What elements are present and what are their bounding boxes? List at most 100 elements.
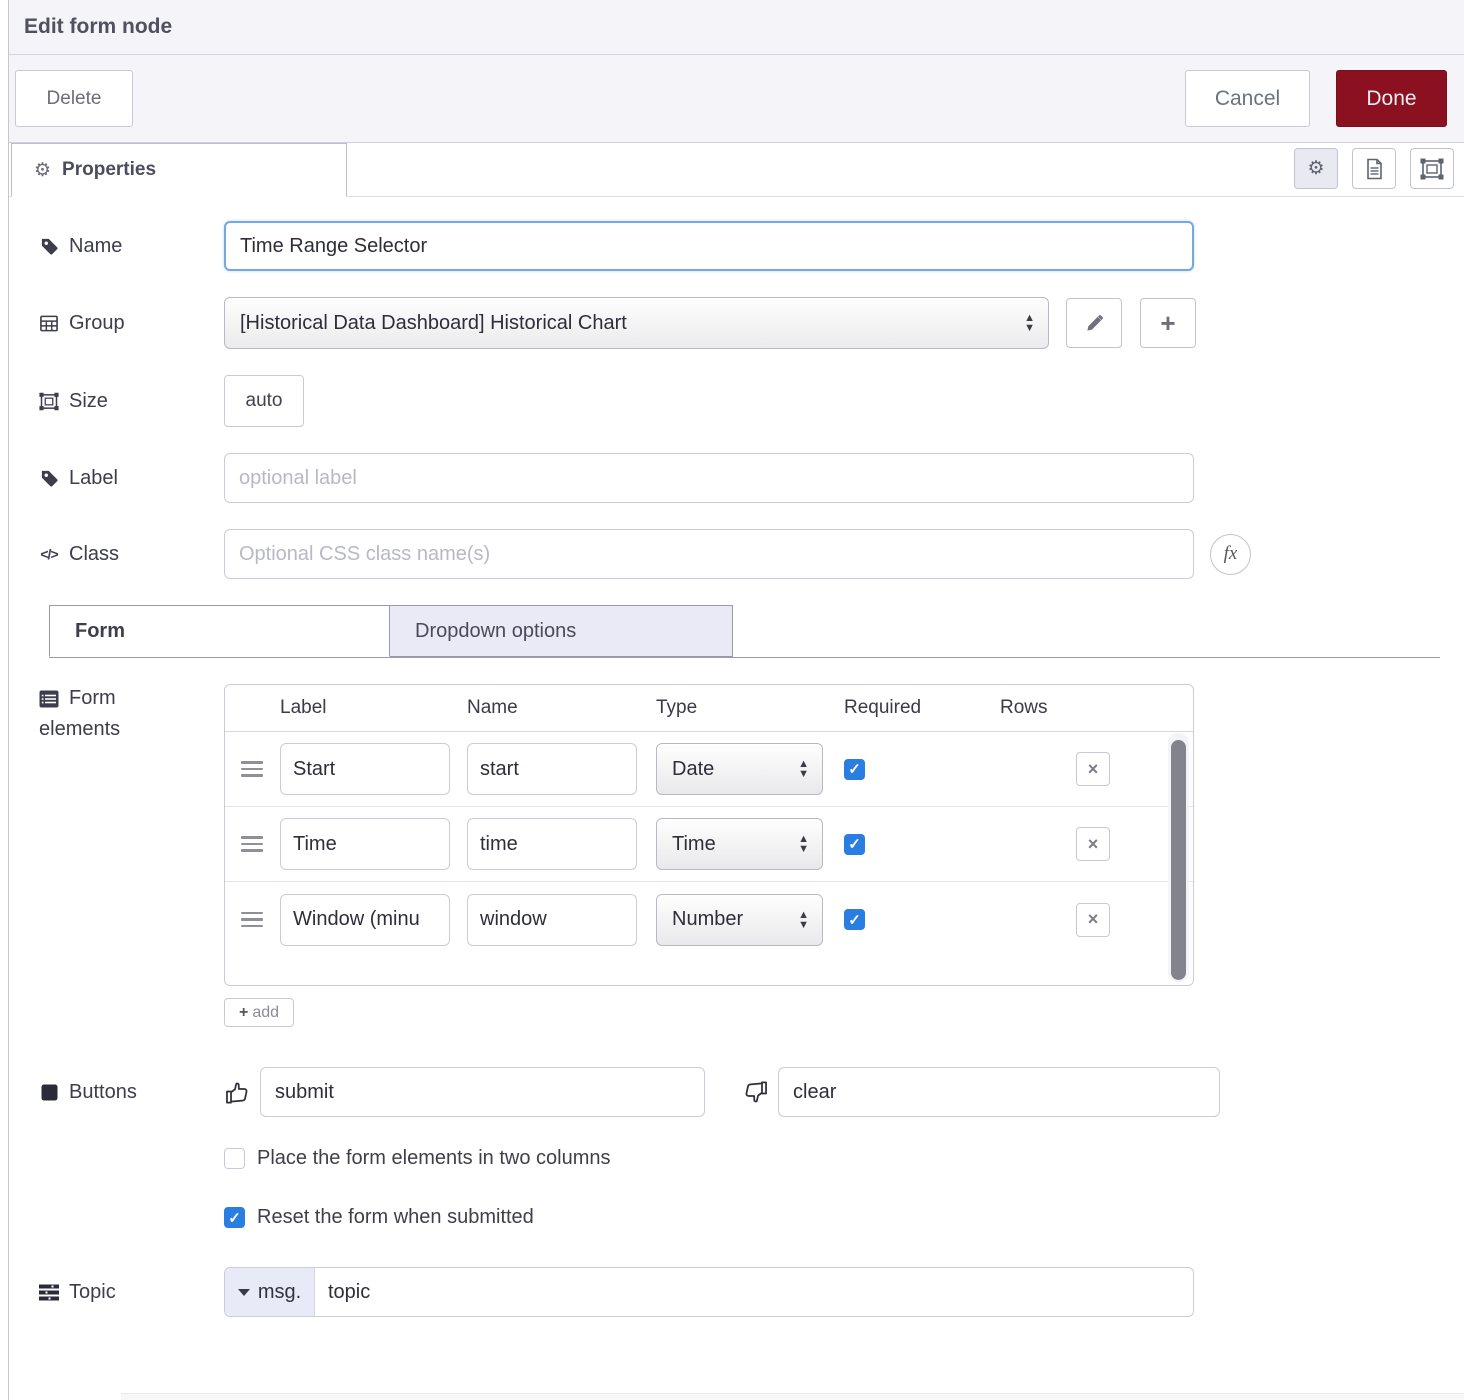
description-view-button[interactable] bbox=[1352, 148, 1396, 189]
tab-properties[interactable]: ⚙ Properties bbox=[11, 143, 347, 197]
col-header-type: Type bbox=[656, 697, 698, 718]
name-field-label: Name bbox=[39, 235, 224, 258]
form-elements-label: Form elements bbox=[39, 687, 121, 740]
select-spinner-icon: ▲ ▼ bbox=[798, 758, 809, 780]
element-type-select[interactable]: Date ▲ ▼ bbox=[656, 743, 823, 795]
form-elements-header: Label Name Type Required Rows bbox=[225, 685, 1193, 732]
tab-dropdown-options[interactable]: Dropdown options bbox=[390, 605, 733, 657]
edit-tray: Edit form node Delete Cancel Done ⚙ Prop… bbox=[8, 0, 1464, 1400]
class-input[interactable] bbox=[224, 529, 1194, 579]
tag-icon bbox=[39, 236, 59, 256]
dialog-title: Edit form node bbox=[24, 15, 173, 38]
delete-row-button[interactable]: × bbox=[1076, 902, 1110, 937]
properties-view-button[interactable]: ⚙ bbox=[1294, 148, 1338, 189]
element-label-input[interactable] bbox=[280, 818, 450, 870]
two-columns-label: Place the form elements in two columns bbox=[257, 1147, 611, 1169]
delete-row-button[interactable]: × bbox=[1076, 827, 1110, 861]
required-checkbox[interactable]: ✓ bbox=[844, 909, 865, 930]
resize-strip bbox=[121, 1393, 1464, 1400]
select-spinner-icon: ▲ ▼ bbox=[798, 833, 809, 855]
tab-form[interactable]: Form bbox=[49, 605, 390, 657]
code-icon: </> bbox=[40, 546, 58, 562]
close-icon: × bbox=[1087, 833, 1099, 854]
plus-icon: + bbox=[238, 1003, 249, 1021]
edit-group-button[interactable] bbox=[1066, 298, 1122, 348]
label-input[interactable] bbox=[224, 453, 1194, 503]
tag-icon bbox=[39, 468, 59, 488]
add-element-button[interactable]: + add bbox=[224, 998, 294, 1027]
gear-icon: ⚙ bbox=[34, 159, 52, 181]
properties-form: Name Group [Historical Data Dashboard] H… bbox=[9, 197, 1464, 1400]
thumbs-down-icon bbox=[742, 1079, 769, 1106]
thumbs-up-icon bbox=[224, 1079, 251, 1106]
drag-handle-icon[interactable] bbox=[241, 761, 263, 777]
size-button[interactable]: auto bbox=[224, 375, 304, 427]
required-checkbox[interactable]: ✓ bbox=[844, 833, 865, 855]
element-type-select[interactable]: Time ▲ ▼ bbox=[656, 818, 823, 870]
square-icon bbox=[39, 1082, 59, 1102]
close-icon: × bbox=[1087, 909, 1099, 929]
properties-tab-row: ⚙ Properties ⚙ bbox=[9, 143, 1464, 197]
element-label-input[interactable] bbox=[280, 743, 450, 795]
form-elements-list: Label Name Type Required Rows Date▲▼ ✓ × bbox=[224, 684, 1194, 986]
document-icon bbox=[1364, 158, 1384, 180]
element-name-input[interactable] bbox=[467, 743, 637, 795]
class-field-label: </> Class bbox=[40, 542, 120, 565]
object-group-icon bbox=[1420, 158, 1444, 180]
clear-button-text-input[interactable] bbox=[778, 1067, 1220, 1117]
submit-button-text-input[interactable] bbox=[260, 1067, 705, 1117]
form-element-row: Date▲▼ ✓ × bbox=[225, 732, 1193, 807]
label-field-label: Label bbox=[39, 467, 224, 490]
topic-typed-input: msg. topic bbox=[224, 1267, 1194, 1317]
scrollbar-track[interactable] bbox=[1168, 733, 1189, 982]
delete-button[interactable]: Delete bbox=[15, 70, 133, 127]
properties-tab-label: Properties bbox=[62, 159, 157, 180]
size-field-label: Size bbox=[39, 390, 224, 413]
group-field-label: Group bbox=[39, 312, 224, 335]
tasks-icon bbox=[39, 1282, 59, 1302]
buttons-field-label: Buttons bbox=[39, 1081, 224, 1104]
done-button[interactable]: Done bbox=[1336, 70, 1447, 127]
drag-handle-icon[interactable] bbox=[241, 911, 263, 928]
close-icon: × bbox=[1087, 758, 1099, 779]
form-element-row: Time▲▼ ✓ × bbox=[225, 807, 1193, 882]
gear-icon: ⚙ bbox=[1307, 158, 1325, 179]
required-checkbox[interactable]: ✓ bbox=[844, 758, 865, 780]
col-header-name: Name bbox=[467, 697, 518, 718]
col-header-required: Required bbox=[844, 697, 922, 718]
select-spinner-icon: ▲ ▼ bbox=[1024, 312, 1035, 334]
topic-type-select[interactable]: msg. bbox=[225, 1268, 315, 1316]
plus-icon: + bbox=[1160, 308, 1176, 338]
col-header-label: Label bbox=[280, 697, 327, 718]
expression-button[interactable]: fx bbox=[1210, 533, 1251, 575]
element-type-select[interactable]: Number ▲ ▼ bbox=[656, 893, 823, 946]
dialog-titlebar: Edit form node bbox=[9, 0, 1464, 55]
select-spinner-icon: ▲ ▼ bbox=[798, 908, 809, 931]
drag-handle-icon[interactable] bbox=[241, 836, 263, 852]
appearance-view-button[interactable] bbox=[1410, 148, 1454, 189]
form-element-row: Number▲▼ ✓ × bbox=[225, 882, 1193, 957]
cancel-button[interactable]: Cancel bbox=[1185, 70, 1310, 127]
col-header-rows: Rows bbox=[1000, 697, 1048, 718]
add-group-button[interactable]: + bbox=[1140, 298, 1196, 348]
dialog-toolbar: Delete Cancel Done bbox=[9, 55, 1464, 143]
scrollbar-thumb[interactable] bbox=[1171, 740, 1186, 980]
pencil-icon bbox=[1085, 314, 1104, 333]
topic-value-input[interactable]: topic bbox=[315, 1268, 1193, 1316]
two-columns-checkbox[interactable] bbox=[224, 1148, 245, 1169]
topic-type-label: msg. bbox=[257, 1280, 302, 1303]
fx-icon: fx bbox=[1223, 543, 1238, 564]
table-icon bbox=[39, 313, 59, 333]
group-select[interactable]: [Historical Data Dashboard] Historical C… bbox=[224, 297, 1049, 349]
element-name-input[interactable] bbox=[467, 893, 637, 946]
list-alt-icon bbox=[39, 689, 59, 709]
element-label-input[interactable] bbox=[280, 893, 450, 946]
name-input[interactable] bbox=[224, 221, 1194, 271]
object-group-icon bbox=[39, 391, 59, 411]
topic-field-label: Topic bbox=[39, 1281, 224, 1304]
element-name-input[interactable] bbox=[467, 818, 637, 870]
section-tabs: Form Dropdown options bbox=[49, 605, 1440, 658]
delete-row-button[interactable]: × bbox=[1076, 752, 1110, 786]
reset-form-label: Reset the form when submitted bbox=[257, 1206, 534, 1228]
reset-form-checkbox[interactable]: ✓ bbox=[224, 1207, 245, 1228]
